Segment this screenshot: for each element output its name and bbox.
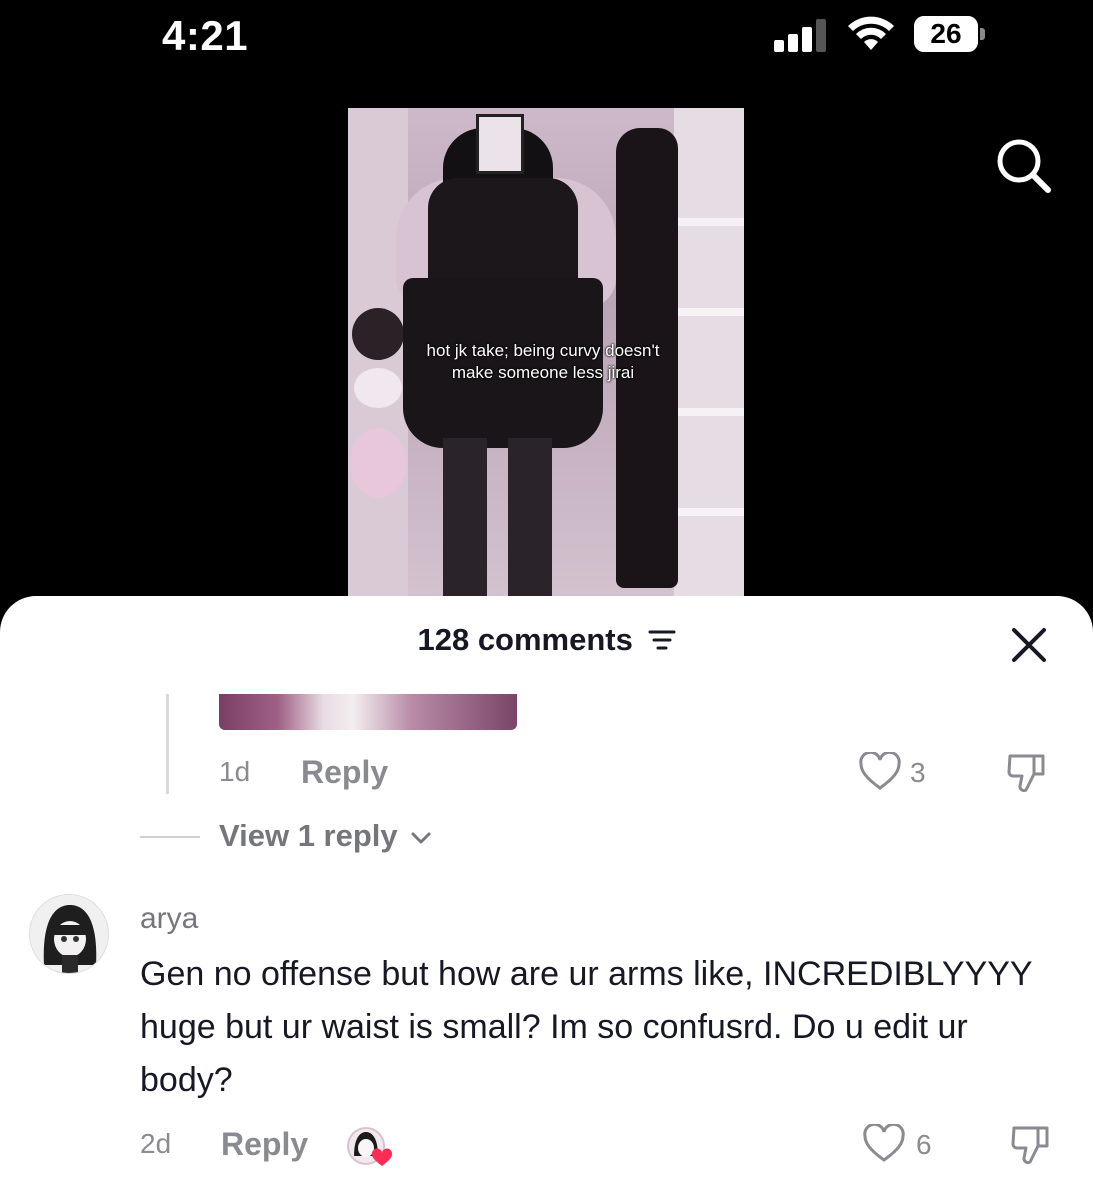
sort-icon[interactable] [648, 629, 676, 651]
video-caption: hot jk take; being curvy doesn't make so… [426, 341, 660, 382]
room-background [348, 108, 408, 596]
battery-level: 26 [930, 18, 962, 49]
person-leg-left [443, 438, 487, 596]
cellular-signal-icon [774, 18, 830, 52]
wifi-icon [848, 16, 894, 50]
close-icon[interactable] [1010, 626, 1048, 664]
reply-thread-line [166, 694, 169, 794]
thumbs-down-icon[interactable] [1008, 1122, 1054, 1168]
search-icon[interactable] [994, 136, 1054, 196]
view-replies-button[interactable]: View 1 reply [219, 818, 432, 854]
chevron-down-icon [411, 832, 431, 844]
face-cover-sticker [476, 114, 524, 174]
view-replies-label: View 1 reply [219, 818, 398, 853]
heart-icon[interactable] [858, 752, 902, 792]
reply-age: 1d [219, 756, 251, 787]
avatar[interactable] [29, 894, 109, 974]
like-count: 6 [916, 1129, 932, 1160]
battery-icon: 26 [914, 16, 986, 52]
comment-age: 2d [140, 1128, 172, 1159]
view-replies-line [140, 836, 200, 838]
person-leg-right [508, 438, 552, 596]
reply-button[interactable]: Reply [301, 754, 388, 791]
thumbs-down-icon[interactable] [1004, 750, 1050, 796]
person-dress-top [428, 178, 578, 288]
like-count: 3 [910, 757, 926, 788]
comments-header: 128 comments [0, 622, 1093, 658]
status-time: 4:21 [162, 12, 249, 59]
video-player[interactable]: hot jk take; being curvy doesn't make so… [348, 108, 744, 596]
comment-text: Gen no offense but how are ur arms like,… [140, 955, 1032, 1099]
comment-username[interactable]: arya [140, 902, 198, 936]
comments-sheet: 128 comments 1d Reply 3 View 1 reply ary… [0, 596, 1093, 1200]
reply-attached-image[interactable] [219, 694, 517, 730]
creator-liked-avatar [347, 1127, 392, 1166]
comments-count: 128 comments [417, 622, 633, 657]
shelf [674, 108, 744, 596]
heart-icon[interactable] [862, 1124, 906, 1164]
comment-reply-button[interactable]: Reply [221, 1126, 308, 1163]
